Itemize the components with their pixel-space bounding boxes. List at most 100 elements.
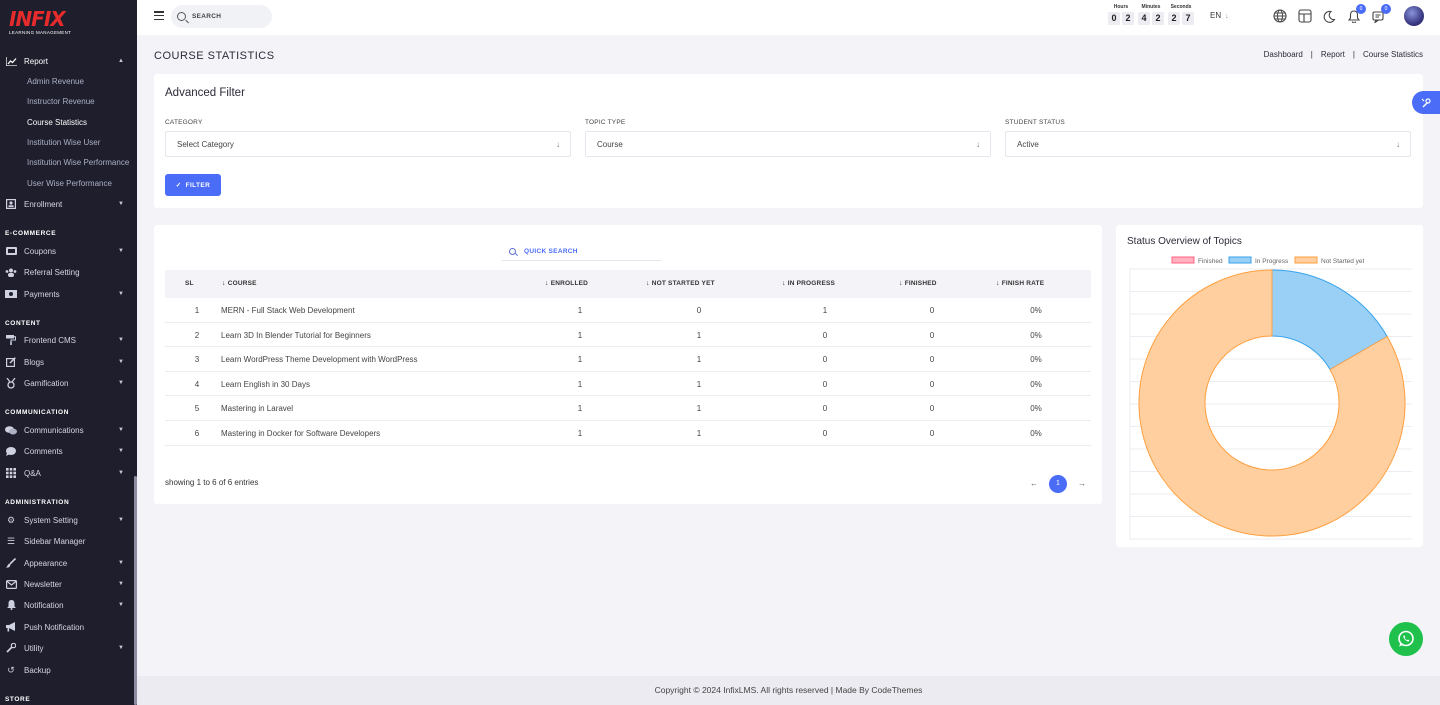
language-selector[interactable]: EN ↓ — [1210, 11, 1229, 20]
column-header-in-progress[interactable]: ↓ IN PROGRESS — [782, 280, 835, 287]
sidebar-item-system-setting[interactable]: ⚙ System Setting ▼ — [0, 511, 137, 529]
chevron-down-icon: ▼ — [118, 448, 124, 454]
layout-icon[interactable] — [1297, 8, 1313, 24]
sidebar-item-report[interactable]: Report ▲ — [0, 52, 137, 70]
table-row[interactable]: 6 Mastering in Docker for Software Devel… — [165, 421, 1091, 446]
avatar[interactable] — [1404, 6, 1424, 26]
sidebar-subitem-institution-wise-performance[interactable]: Institution Wise Performance — [27, 158, 129, 167]
message-icon[interactable]: 0 — [1371, 4, 1391, 24]
sidebar-item-blogs[interactable]: Blogs ▼ — [0, 353, 137, 371]
cell-finished: 0 — [929, 429, 935, 438]
sidebar-item-coupons[interactable]: Coupons ▼ — [0, 242, 137, 260]
cell-in-progress: 0 — [822, 355, 828, 365]
category-value: Select Category — [177, 139, 234, 149]
sidebar-item-sidebar-manager[interactable]: ☰ Sidebar Manager — [0, 532, 137, 550]
sidebar-item-newsletter[interactable]: Newsletter ▼ — [0, 575, 137, 593]
table-row[interactable]: 3 Learn WordPress Theme Development with… — [165, 347, 1091, 372]
chevron-down-icon: ▼ — [118, 517, 124, 523]
search-box[interactable] — [171, 5, 272, 28]
column-header-label: IN PROGRESS — [787, 280, 836, 287]
legend-swatch[interactable] — [1171, 256, 1195, 264]
message-badge: 0 — [1381, 4, 1391, 14]
whatsapp-button[interactable] — [1389, 622, 1423, 656]
sidebar-item-comments[interactable]: Comments ▼ — [0, 442, 137, 460]
cell-in-progress: 0 — [822, 379, 828, 389]
bell-icon[interactable]: 0 — [1346, 4, 1366, 24]
megaphone-icon — [5, 622, 17, 632]
column-header-enrolled[interactable]: ↓ ENROLLED — [545, 280, 588, 287]
sidebar-item-payments[interactable]: Payments ▼ — [0, 285, 137, 303]
sidebar-item-frontend-cms[interactable]: Frontend CMS ▼ — [0, 331, 137, 349]
timer-minutes-label: Minutes — [1141, 4, 1161, 10]
cell-not-started: 1 — [696, 355, 702, 365]
menu-toggle-icon[interactable] — [154, 11, 164, 21]
sidebar-subitem-user-wise-performance[interactable]: User Wise Performance — [27, 179, 112, 188]
cell-in-progress: 0 — [822, 330, 828, 340]
cell-course: Learn English in 30 Days — [221, 379, 310, 389]
legend-swatch[interactable] — [1228, 256, 1252, 264]
topic-type-select[interactable]: Course ↓ — [585, 131, 991, 157]
table-row[interactable]: 1 MERN - Full Stack Web Development 1 0 … — [165, 298, 1091, 323]
cell-sl: 5 — [194, 404, 200, 414]
whatsapp-icon — [1398, 630, 1414, 647]
cell-finish-rate: 0% — [1030, 306, 1042, 315]
sidebar-item-communications[interactable]: Communications ▼ — [0, 421, 137, 439]
brand-logo[interactable]: INFIX LEARNING MANAGEMENT — [0, 0, 137, 42]
cell-enrolled: 1 — [577, 429, 583, 438]
prev-page-icon[interactable]: ← — [1030, 479, 1038, 488]
sidebar-item-referral-setting[interactable]: Referral Setting — [0, 263, 137, 281]
student-status-select[interactable]: Active ↓ — [1005, 131, 1411, 157]
search-input[interactable] — [192, 13, 262, 20]
sidebar-item-label: Gamification — [24, 378, 69, 388]
check-icon: ✓ — [175, 182, 182, 189]
sidebar-section-content: CONTENT — [5, 320, 41, 327]
breadcrumb-report[interactable]: Report — [1321, 50, 1345, 59]
id-card-icon — [5, 199, 17, 209]
page-number-button[interactable]: 1 — [1049, 475, 1067, 493]
quick-search[interactable]: QUICK SEARCH — [502, 242, 662, 261]
column-header-finish-rate[interactable]: ↓ FINISH RATE — [996, 280, 1044, 287]
timer-digit: 2 — [1152, 12, 1164, 25]
sidebar-subitem-institution-wise-user[interactable]: Institution Wise User — [27, 138, 100, 147]
search-icon — [509, 247, 516, 255]
sidebar-item-enrollment[interactable]: Enrollment ▼ — [0, 195, 137, 213]
chevron-down-icon: ▼ — [118, 337, 124, 343]
column-header-finished[interactable]: ↓ FINISHED — [899, 280, 937, 287]
sidebar-subitem-admin-revenue[interactable]: Admin Revenue — [27, 77, 84, 86]
moon-icon[interactable] — [1321, 8, 1337, 24]
sidebar-item-notification[interactable]: Notification ▼ — [0, 596, 137, 614]
wrench-icon — [5, 643, 17, 653]
sidebar-subitem-instructor-revenue[interactable]: Instructor Revenue — [27, 97, 95, 106]
legend-swatch[interactable] — [1294, 256, 1318, 264]
student-status-value: Active — [1017, 139, 1039, 149]
sidebar-item-push-notification[interactable]: Push Notification — [0, 618, 137, 636]
sidebar-item-gamification[interactable]: Gamification ▼ — [0, 374, 137, 392]
settings-float-button[interactable] — [1412, 91, 1440, 114]
cell-sl: 6 — [194, 429, 200, 438]
table-row[interactable]: 4 Learn English in 30 Days 1 1 0 0 0% — [165, 372, 1091, 397]
column-header-sl[interactable]: SL — [185, 280, 194, 287]
category-select[interactable]: Select Category ↓ — [165, 131, 571, 157]
sidebar-item-utility[interactable]: Utility ▼ — [0, 639, 137, 657]
sidebar-subitem-course-statistics[interactable]: Course Statistics — [27, 118, 87, 127]
filter-button[interactable]: ✓ FILTER — [165, 174, 221, 196]
timer-hours-label: Hours — [1113, 4, 1129, 10]
table-row[interactable]: 5 Mastering in Laravel 1 1 0 0 0% — [165, 396, 1091, 421]
sidebar-item-qa[interactable]: Q&A ▼ — [0, 464, 137, 482]
cell-course: Mastering in Laravel — [221, 404, 294, 414]
column-header-course[interactable]: ↓ COURSE — [222, 280, 257, 287]
sidebar-scrollbar[interactable] — [134, 476, 137, 705]
column-header-label: COURSE — [227, 280, 257, 287]
sidebar-item-appearance[interactable]: Appearance ▼ — [0, 554, 137, 572]
sidebar-item-label: Communications — [24, 425, 84, 435]
globe-icon[interactable] — [1272, 8, 1288, 24]
breadcrumb-dashboard[interactable]: Dashboard — [1264, 50, 1303, 59]
column-header-not-started[interactable]: ↓ NOT STARTED YET — [646, 280, 715, 287]
column-header-label: ENROLLED — [550, 280, 589, 287]
sidebar-item-backup[interactable]: ↺ Backup — [0, 661, 137, 679]
table-row[interactable]: 2 Learn 3D In Blender Tutorial for Begin… — [165, 323, 1091, 348]
legend-label: In Progress — [1255, 258, 1289, 265]
status-overview-card: Status Overview of Topics Finished In Pro… — [1116, 225, 1423, 547]
history-icon: ↺ — [7, 664, 15, 675]
next-page-icon[interactable]: → — [1078, 479, 1086, 488]
